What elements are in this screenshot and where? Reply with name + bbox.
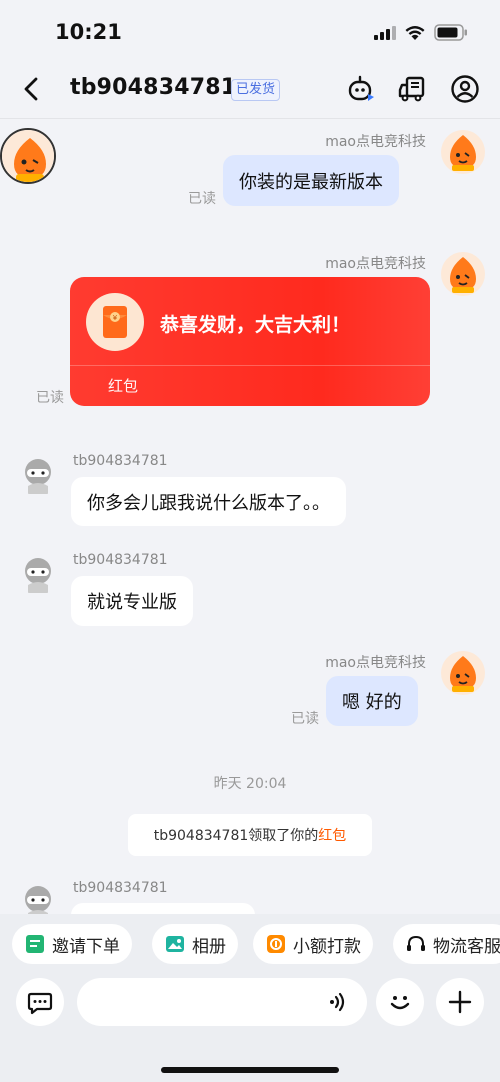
smiley-icon [390, 996, 410, 1010]
more-button[interactable] [436, 978, 484, 1026]
message-bubble[interactable]: 嗯 好的 [326, 676, 418, 726]
mascot-avatar-icon [2, 130, 54, 182]
chip-label: 邀请下单 [52, 936, 120, 957]
notice-text: tb904834781领取了你的 [153, 828, 319, 844]
status-icons [374, 24, 468, 41]
message-sender: mao点电竞科技 [325, 134, 426, 150]
shop-avatar[interactable] [441, 252, 485, 296]
shop-avatar[interactable] [441, 130, 485, 174]
input-bar [0, 974, 500, 1082]
ninja-avatar-icon [16, 551, 60, 595]
status-time: 10:21 [55, 20, 122, 44]
plus-icon [448, 990, 472, 1014]
mascot-avatar-icon [441, 252, 485, 296]
invite-order-icon [24, 933, 46, 955]
signal-icon [374, 25, 396, 40]
logistics-service-chip[interactable]: 物流客服 [393, 924, 500, 964]
svg-text:¥: ¥ [113, 314, 118, 322]
message-sender: tb904834781 [73, 453, 168, 469]
notice-red-packet-link[interactable]: 红包 [318, 825, 346, 845]
emoji-button[interactable] [376, 978, 424, 1026]
message-bubble[interactable]: 就说专业版 [71, 576, 193, 626]
message-input[interactable] [93, 978, 313, 1026]
ninja-avatar-icon [16, 452, 60, 496]
message-sender: mao点电竞科技 [325, 655, 426, 671]
chip-label: 物流客服 [433, 936, 500, 957]
red-packet-label: 红包 [108, 377, 139, 395]
back-button[interactable] [20, 76, 44, 102]
chat-header: tb904834781 已发货 [0, 62, 500, 118]
battery-icon [434, 24, 468, 41]
header-divider [0, 118, 500, 119]
payment-icon [265, 933, 287, 955]
headset-icon [405, 933, 427, 955]
home-indicator [161, 1067, 339, 1073]
chat-title[interactable]: tb904834781 [70, 75, 236, 100]
small-payment-chip[interactable]: 小额打款 [253, 924, 373, 964]
image-icon [164, 933, 186, 955]
truck-icon[interactable] [398, 74, 428, 104]
quick-reply-button[interactable] [16, 978, 64, 1026]
status-bar: 10:21 [0, 0, 500, 62]
user-icon[interactable] [450, 74, 480, 104]
red-packet-message: 恭喜发财，大吉大利！ [160, 314, 351, 336]
system-notice: tb904834781领取了你的 红包 [128, 814, 372, 856]
shop-avatar[interactable] [441, 651, 485, 695]
chat-timestamp: 昨天 20:04 [213, 776, 287, 792]
mascot-avatar-icon [441, 651, 485, 695]
chip-label: 小额打款 [293, 936, 361, 957]
customer-avatar[interactable] [0, 128, 56, 184]
message-bubble[interactable]: 你多会儿跟我说什么版本了。。 [71, 477, 346, 526]
chip-label: 相册 [192, 936, 226, 957]
read-receipt: 已读 [291, 711, 319, 727]
chevron-left-icon [24, 77, 38, 101]
read-receipt: 已读 [36, 390, 64, 406]
message-input-container[interactable] [77, 978, 367, 1026]
robot-icon[interactable] [346, 74, 376, 104]
message-sender: mao点电竞科技 [325, 256, 426, 272]
customer-avatar[interactable] [16, 551, 60, 595]
red-packet-divider [70, 365, 430, 366]
mascot-avatar-icon [441, 130, 485, 174]
red-packet-icon: ¥ [86, 293, 144, 351]
invite-order-chip[interactable]: 邀请下单 [12, 924, 132, 964]
voice-icon[interactable] [327, 990, 351, 1014]
chat-bubble-icon [27, 992, 53, 1015]
customer-avatar[interactable] [16, 452, 60, 496]
message-bubble[interactable]: 你装的是最新版本 [223, 155, 399, 206]
read-receipt: 已读 [188, 191, 216, 207]
shipped-badge: 已发货 [231, 79, 281, 101]
red-packet-card[interactable]: ¥ 恭喜发财，大吉大利！ 红包 [70, 277, 430, 406]
quick-actions-bar: 邀请下单 相册 小额打款 物流客服 [0, 914, 500, 974]
wifi-icon [404, 25, 426, 41]
message-sender: tb904834781 [73, 880, 168, 896]
album-chip[interactable]: 相册 [152, 924, 238, 964]
message-sender: tb904834781 [73, 552, 168, 568]
